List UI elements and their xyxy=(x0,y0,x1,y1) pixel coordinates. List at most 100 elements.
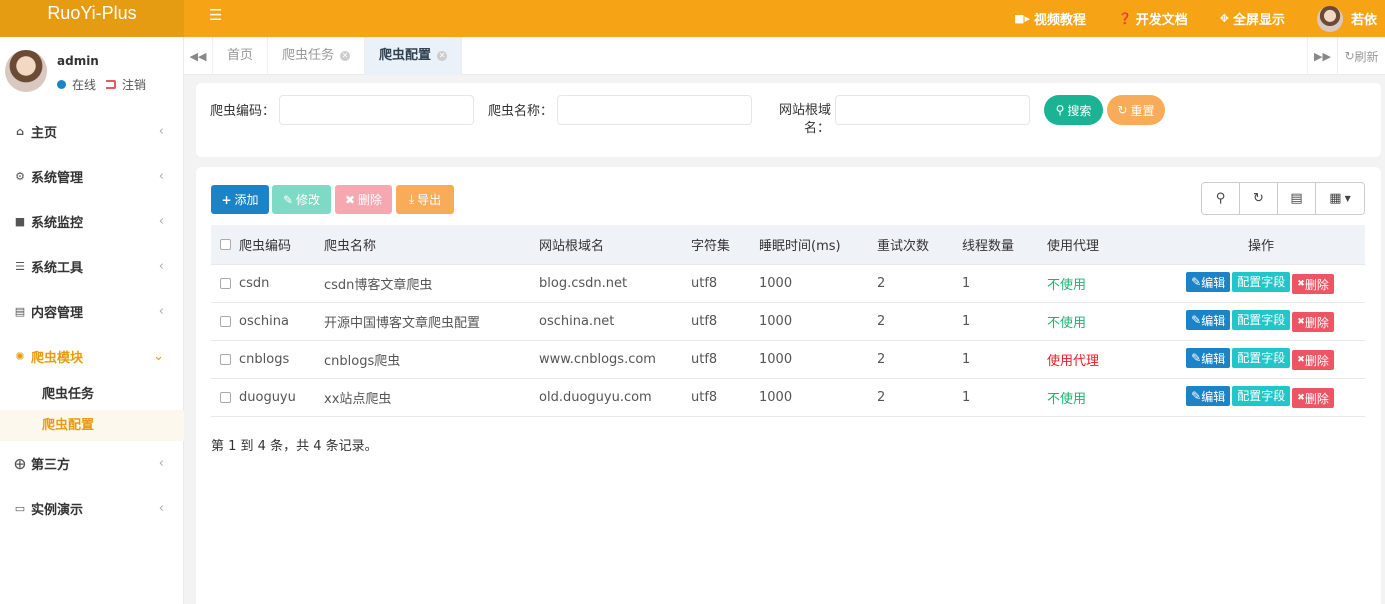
column-header[interactable]: 重试次数 xyxy=(877,225,962,265)
spider-code-input[interactable] xyxy=(279,95,474,125)
row-config-fields-button[interactable]: 配置字段 xyxy=(1232,385,1291,406)
spider-name-label: 爬虫名称： xyxy=(488,104,554,119)
edit-button[interactable]: ✎ 修改 xyxy=(272,185,331,214)
chevron-left-icon: ‹ xyxy=(158,501,164,516)
delete-button[interactable]: ✖ 删除 xyxy=(335,185,392,214)
toggle-view-button[interactable]: ▤ xyxy=(1278,183,1316,214)
edit-icon: ✎ xyxy=(282,192,294,207)
sidebar-item-system[interactable]: ⚙ 系统管理 ‹ xyxy=(0,154,184,199)
sidebar-subitem-spider-config[interactable]: 爬虫配置 xyxy=(0,410,184,441)
row-delete-label: 删除 xyxy=(1304,353,1329,368)
row-edit-button[interactable]: ✎ 编辑 xyxy=(1186,310,1231,331)
sidebar-item-label: 主页 xyxy=(31,126,58,141)
column-header[interactable]: 使用代理 xyxy=(1047,225,1157,265)
sidebar-subitem-spider-task[interactable]: 爬虫任务 xyxy=(0,379,184,410)
row-config-fields-button[interactable]: 配置字段 xyxy=(1232,309,1291,330)
bars-icon: ☰ xyxy=(15,260,25,273)
row-config-fields-button[interactable]: 配置字段 xyxy=(1232,347,1291,368)
search-button[interactable]: ⚲ 搜索 xyxy=(1044,95,1103,125)
sidebar-item-label: 系统监控 xyxy=(31,216,84,231)
row-edit-button[interactable]: ✎ 编辑 xyxy=(1186,348,1231,369)
sidebar-item-thirdparty[interactable]: ⨁ 第三方 ‹ xyxy=(0,441,184,486)
cell-name: 开源中国博客文章爬虫配置 xyxy=(324,302,539,341)
sidebar-item-demo[interactable]: ▭ 实例演示 ‹ xyxy=(0,486,184,531)
list-icon: ▤ xyxy=(1290,191,1303,206)
row-checkbox[interactable] xyxy=(219,353,231,365)
column-header[interactable]: 线程数量 xyxy=(962,225,1047,265)
reset-button[interactable]: ↻ 重置 xyxy=(1107,95,1165,125)
refresh-table-button[interactable]: ↻ xyxy=(1240,183,1278,214)
row-fields-label: 配置字段 xyxy=(1237,351,1286,366)
refresh-tab-button[interactable]: ↻ 刷新 xyxy=(1337,37,1385,75)
fullscreen-icon: ✥ xyxy=(1219,12,1229,25)
cell-name: cnblogs爬虫 xyxy=(324,340,539,379)
search-button-label: 搜索 xyxy=(1067,103,1092,118)
spider-name-input[interactable] xyxy=(557,95,752,125)
sidebar-item-label: 系统工具 xyxy=(31,261,84,276)
top-header: ☰ ■▸ 视频教程 ❓ 开发文档 ✥ 全屏显示 若依 xyxy=(184,0,1385,37)
cell-name: csdn博客文章爬虫 xyxy=(324,264,539,303)
cell-domain: old.duoguyu.com xyxy=(539,378,691,417)
online-label: 在线 xyxy=(72,78,97,92)
add-button[interactable]: + 添加 xyxy=(211,185,269,214)
cell-charset: utf8 xyxy=(691,302,759,341)
cell-sleep: 1000 xyxy=(759,340,877,379)
cell-retry: 2 xyxy=(877,340,962,379)
sidebar-item-monitor[interactable]: ■ 系统监控 ‹ xyxy=(0,199,184,244)
sidebar-item-tools[interactable]: ☰ 系统工具 ‹ xyxy=(0,244,184,289)
row-delete-button[interactable]: ✖ 删除 xyxy=(1292,312,1334,333)
close-icon[interactable]: ✕ xyxy=(340,51,351,61)
column-header[interactable]: 网站根域名 xyxy=(539,225,691,265)
tab-spider-task[interactable]: 爬虫任务 ✕ xyxy=(268,37,366,75)
domain-input[interactable] xyxy=(835,95,1030,125)
close-icon: ✖ xyxy=(1297,317,1305,328)
dev-docs-link[interactable]: ❓ 开发文档 xyxy=(1118,9,1188,28)
tabs-scroll-left-icon[interactable]: ◀◀ xyxy=(184,37,213,75)
domain-label-line1: 网站根域 xyxy=(779,103,832,118)
close-icon[interactable]: ✕ xyxy=(437,51,448,61)
columns-button[interactable]: ▦ ▼ xyxy=(1316,183,1364,214)
close-icon: ✖ xyxy=(344,192,356,207)
select-all-checkbox[interactable] xyxy=(219,238,231,250)
sidebar-item-home[interactable]: ⌂ 主页 ‹ xyxy=(0,109,184,154)
cell-domain: blog.csdn.net xyxy=(539,264,691,303)
export-button-label: 导出 xyxy=(417,193,442,207)
column-header[interactable]: 爬虫编码 xyxy=(239,225,324,265)
column-header[interactable]: 字符集 xyxy=(691,225,759,265)
video-tutorial-link[interactable]: ■▸ 视频教程 xyxy=(1014,9,1086,28)
tab-label: 爬虫任务 xyxy=(282,48,335,63)
search-form: 爬虫编码： 爬虫名称： 网站根域 名： ⚲ 搜索 ↻ 重置 xyxy=(196,83,1381,157)
row-checkbox[interactable] xyxy=(219,315,231,327)
row-delete-button[interactable]: ✖ 删除 xyxy=(1292,350,1334,371)
avatar xyxy=(5,50,47,92)
row-delete-button[interactable]: ✖ 删除 xyxy=(1292,388,1334,409)
row-edit-button[interactable]: ✎ 编辑 xyxy=(1186,386,1231,407)
row-checkbox[interactable] xyxy=(219,277,231,289)
sidebar-item-content[interactable]: ▤ 内容管理 ‹ xyxy=(0,289,184,334)
table-row: cnblogs cnblogs爬虫 www.cnblogs.com utf8 1… xyxy=(211,340,1365,379)
tab-controls: ▶▶ ↻ 刷新 xyxy=(1307,37,1385,75)
cell-retry: 2 xyxy=(877,378,962,417)
column-header[interactable]: 睡眠时间(ms) xyxy=(759,225,877,265)
row-delete-button[interactable]: ✖ 删除 xyxy=(1292,274,1334,295)
tabs-scroll-right-icon[interactable]: ▶▶ xyxy=(1307,37,1337,75)
logout-icon[interactable] xyxy=(106,80,117,89)
tab-spider-config[interactable]: 爬虫配置 ✕ xyxy=(365,37,463,75)
toggle-search-button[interactable]: ⚲ xyxy=(1202,183,1240,214)
row-edit-button[interactable]: ✎ 编辑 xyxy=(1186,272,1231,293)
row-checkbox[interactable] xyxy=(219,391,231,403)
user-menu[interactable]: 若依 xyxy=(1316,5,1377,32)
table-tools: ⚲ ↻ ▤ ▦ ▼ xyxy=(1201,182,1365,215)
chevron-left-icon: ‹ xyxy=(158,259,164,274)
menu-toggle-icon[interactable]: ☰ xyxy=(209,6,222,24)
tab-home[interactable]: 首页 xyxy=(213,37,269,75)
export-button[interactable]: ⤓ 导出 xyxy=(396,185,454,214)
column-header[interactable]: 爬虫名称 xyxy=(324,225,539,265)
sidebar-item-spider[interactable]: ✺ 爬虫模块 ⌄ xyxy=(0,334,184,379)
row-config-fields-button[interactable]: 配置字段 xyxy=(1232,271,1291,292)
fullscreen-link[interactable]: ✥ 全屏显示 xyxy=(1220,9,1285,28)
chevron-left-icon: ‹ xyxy=(158,304,164,319)
add-button-label: 添加 xyxy=(234,193,259,207)
logout-link[interactable]: 注销 xyxy=(122,76,146,93)
cell-threads: 1 xyxy=(962,340,1047,379)
